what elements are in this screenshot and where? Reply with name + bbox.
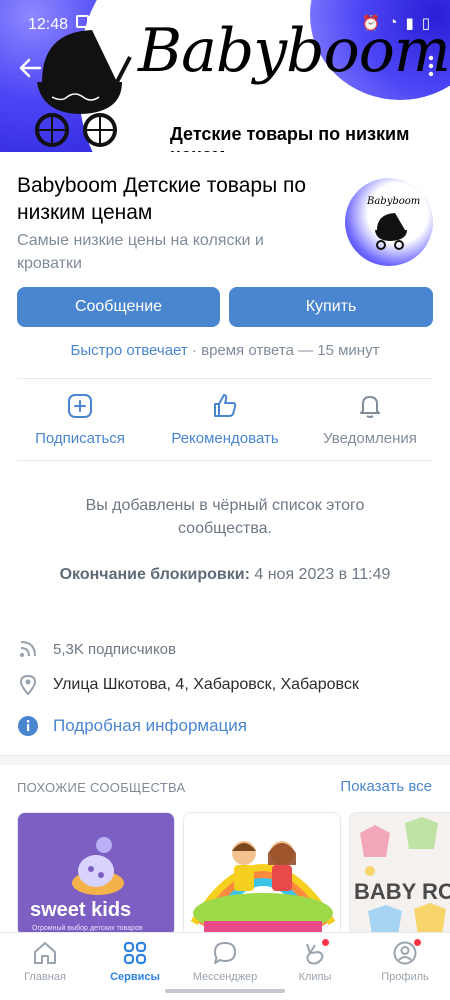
nav-profile-label: Профиль xyxy=(381,971,429,983)
baby-clothes-icon xyxy=(360,817,446,935)
nav-messenger-label: Мессенджер xyxy=(192,971,258,983)
nav-home-label: Главная xyxy=(24,971,66,983)
cover-tagline: Детские товары по низким ценам xyxy=(170,124,410,152)
battery-icon: ▯ xyxy=(421,15,430,32)
edge-icon: e xyxy=(108,15,117,32)
avatar-brand-text: Babyboom xyxy=(367,196,421,207)
location-pin-icon xyxy=(17,674,39,696)
back-arrow-icon[interactable] xyxy=(16,54,44,82)
avatar-stroller-icon xyxy=(375,213,407,250)
sweet-kids-logo-icon xyxy=(72,837,124,895)
status-bar: 12:48 ♪ e ⏰ ◔ ▮ ▯ xyxy=(0,0,450,46)
similar-card-baby-ro[interactable]: BABY RO xyxy=(349,812,450,937)
blacklist-message: Вы добавлены в чёрный список этого сообщ… xyxy=(85,497,365,537)
reply-time-info: Быстро отвечает · время ответа — 15 мину… xyxy=(0,342,450,359)
divider xyxy=(17,460,433,461)
thumb-up-icon xyxy=(214,394,237,417)
more-vertical-icon[interactable] xyxy=(426,54,436,78)
community-title: Babyboom Детские товары по низким ценам xyxy=(17,174,307,224)
fast-reply-label: Быстро отвечает xyxy=(70,342,188,359)
details-link: Подробная информация xyxy=(53,716,247,735)
subscribe-label: Подписаться xyxy=(35,430,125,447)
status-time: 12:48 xyxy=(28,16,69,33)
similar-communities-heading: ПОХОЖИЕ СООБЩЕСТВА xyxy=(17,780,186,795)
wifi-icon: ◔ xyxy=(388,14,398,31)
buy-button[interactable]: Купить xyxy=(229,287,433,327)
notifications-label: Уведомления xyxy=(323,430,417,447)
gallery-icon xyxy=(76,15,89,28)
section-separator xyxy=(0,755,450,765)
messenger-icon xyxy=(214,942,236,964)
signal-icon: ▮ xyxy=(405,15,414,32)
message-button[interactable]: Сообщение xyxy=(17,287,220,327)
community-status: Самые низкие цены на коляски и кроватки xyxy=(17,232,264,272)
clips-notification-dot xyxy=(322,939,329,946)
nav-services-label: Сервисы xyxy=(110,971,160,983)
notification-icons: ♪ e xyxy=(76,15,117,32)
home-icon xyxy=(34,942,56,964)
plus-square-icon xyxy=(68,394,92,418)
nav-clips-label: Клипы xyxy=(298,971,332,983)
address-row[interactable]: Улица Шкотова, 4, Хабаровск, Хабаровск xyxy=(17,674,359,696)
divider xyxy=(17,378,433,379)
alarm-icon: ⏰ xyxy=(361,15,381,32)
block-end-info: Окончание блокировки: 4 ноя 2023 в 11:49 xyxy=(0,566,450,584)
kids-illustration-icon xyxy=(190,841,336,936)
subscribe-action[interactable]: Подписаться xyxy=(10,392,150,447)
nav-home[interactable]: Главная xyxy=(0,933,90,1000)
block-end-label: Окончание блокировки: xyxy=(59,566,250,583)
recommend-label: Рекомендовать xyxy=(171,430,279,447)
info-icon xyxy=(17,715,39,737)
home-indicator xyxy=(165,989,285,993)
community-avatar[interactable]: Babyboom xyxy=(345,178,433,266)
reply-time-text: · время ответа — 15 минут xyxy=(187,342,380,359)
subscribers-row[interactable]: 5,3K подписчиков xyxy=(17,638,176,660)
card-subtitle: Огромный выбор детских товаров xyxy=(32,925,143,932)
subscribers-count: 5,3K подписчиков xyxy=(53,640,176,658)
nav-profile[interactable]: Профиль xyxy=(360,933,450,1000)
card-title: sweet kids xyxy=(30,899,132,921)
notifications-action[interactable]: Уведомления xyxy=(300,392,440,447)
card-title: BABY RO xyxy=(354,879,450,904)
details-row[interactable]: Подробная информация xyxy=(17,715,247,737)
services-icon xyxy=(123,941,147,965)
recommend-action[interactable]: Рекомендовать xyxy=(155,392,295,447)
profile-notification-dot xyxy=(414,939,421,946)
bell-icon xyxy=(360,396,380,418)
block-end-value: 4 ноя 2023 в 11:49 xyxy=(249,566,391,583)
system-icons: ⏰ ◔ ▮ ▯ xyxy=(362,14,430,32)
address-text: Улица Шкотова, 4, Хабаровск, Хабаровск xyxy=(53,676,359,693)
show-all-link[interactable]: Показать все xyxy=(340,778,432,795)
tiktok-icon: ♪ xyxy=(95,15,103,32)
similar-card-sweet-kids[interactable]: sweet kids Огромный выбор детских товаро… xyxy=(17,812,175,937)
similar-card-kids[interactable] xyxy=(183,812,341,937)
rss-icon xyxy=(17,638,39,660)
